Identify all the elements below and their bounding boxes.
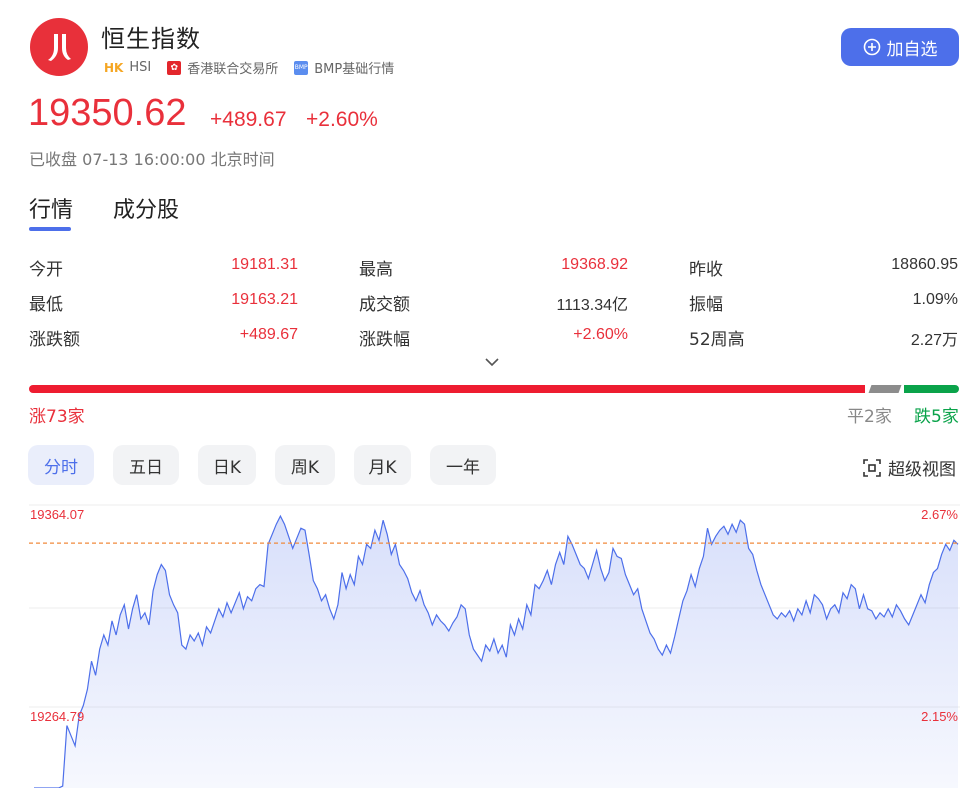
intraday-chart[interactable]: 19364.07 2.67% 19264.79 2.15% [0,496,960,788]
stat-label: 昨收 [689,260,723,280]
period-tab-daily[interactable]: 日K [198,445,256,485]
index-meta: HK HSI ✿ 香港联合交易所 BMP BMP基础行情 [104,58,394,77]
stat-label: 涨跌额 [29,330,80,350]
y-tick-right-top: 2.67% [921,507,958,522]
breadth-up-bar [29,385,865,393]
stat-label: 成交额 [359,295,410,315]
price-change: +489.67 [210,108,287,131]
stat-label: 今开 [29,260,63,280]
stat-label: 最高 [359,260,393,280]
hk-flag-icon: ✿ [167,60,182,75]
active-tab-indicator [29,227,71,231]
stat-value: 19181.31 [231,256,298,273]
chevron-down-icon[interactable] [484,356,500,368]
bmp-icon: BMP [294,60,309,75]
tab-quote[interactable]: 行情 [29,192,73,224]
stat-label: 最低 [29,295,63,315]
stat-value: 19368.92 [561,256,628,273]
breadth-up-label: 涨73家 [29,407,85,427]
hsi-logo-icon [48,34,71,61]
index-logo [30,18,88,76]
stat-value: +489.67 [239,326,298,343]
stat-label: 涨跌幅 [359,330,410,350]
stat-value: 2.27万 [910,332,958,349]
super-view-label: 超级视图 [888,460,956,480]
expand-icon [863,458,881,477]
price-change-pct: +2.60% [306,108,378,131]
tab-constituents[interactable]: 成分股 [113,192,179,224]
breadth-flat-label: 平2家 [847,407,892,427]
breadth-flat-bar [868,385,902,393]
price-area-fill [34,516,958,788]
stat-label: 52周高 [689,330,745,350]
period-tab-intraday[interactable]: 分时 [28,445,94,485]
period-tab-weekly[interactable]: 周K [275,445,335,485]
y-tick-left-mid: 19264.79 [30,709,84,724]
last-price: 19350.62 [28,92,187,134]
breadth-down-bar [904,385,959,393]
add-watchlist-label: 加自选 [886,39,938,60]
stat-value: 1.09% [912,291,958,308]
stat-value: 18860.95 [891,256,958,273]
super-view-button[interactable]: 超级视图 [862,455,956,480]
y-tick-left-top: 19364.07 [30,507,84,522]
add-watchlist-button[interactable]: 加自选 [841,28,959,66]
feed-name: BMP基础行情 [314,62,395,77]
index-code: HSI [129,60,152,75]
market-status: 已收盘 07-13 16:00:00 北京时间 [29,150,275,169]
market-tag: HK [104,60,124,75]
period-tab-5day[interactable]: 五日 [113,445,179,485]
plus-circle-icon [863,38,880,56]
period-tab-1year[interactable]: 一年 [430,445,496,485]
stat-value: 19163.21 [231,291,298,308]
breadth-down-label: 跌5家 [914,407,959,427]
stat-value: 1113.34亿 [556,297,628,314]
exchange-name: 香港联合交易所 [187,62,279,77]
y-tick-right-mid: 2.15% [921,709,958,724]
period-tab-monthly[interactable]: 月K [354,445,411,485]
index-title: 恒生指数 [101,25,201,53]
stat-label: 振幅 [689,295,723,315]
stat-value: +2.60% [573,326,628,343]
